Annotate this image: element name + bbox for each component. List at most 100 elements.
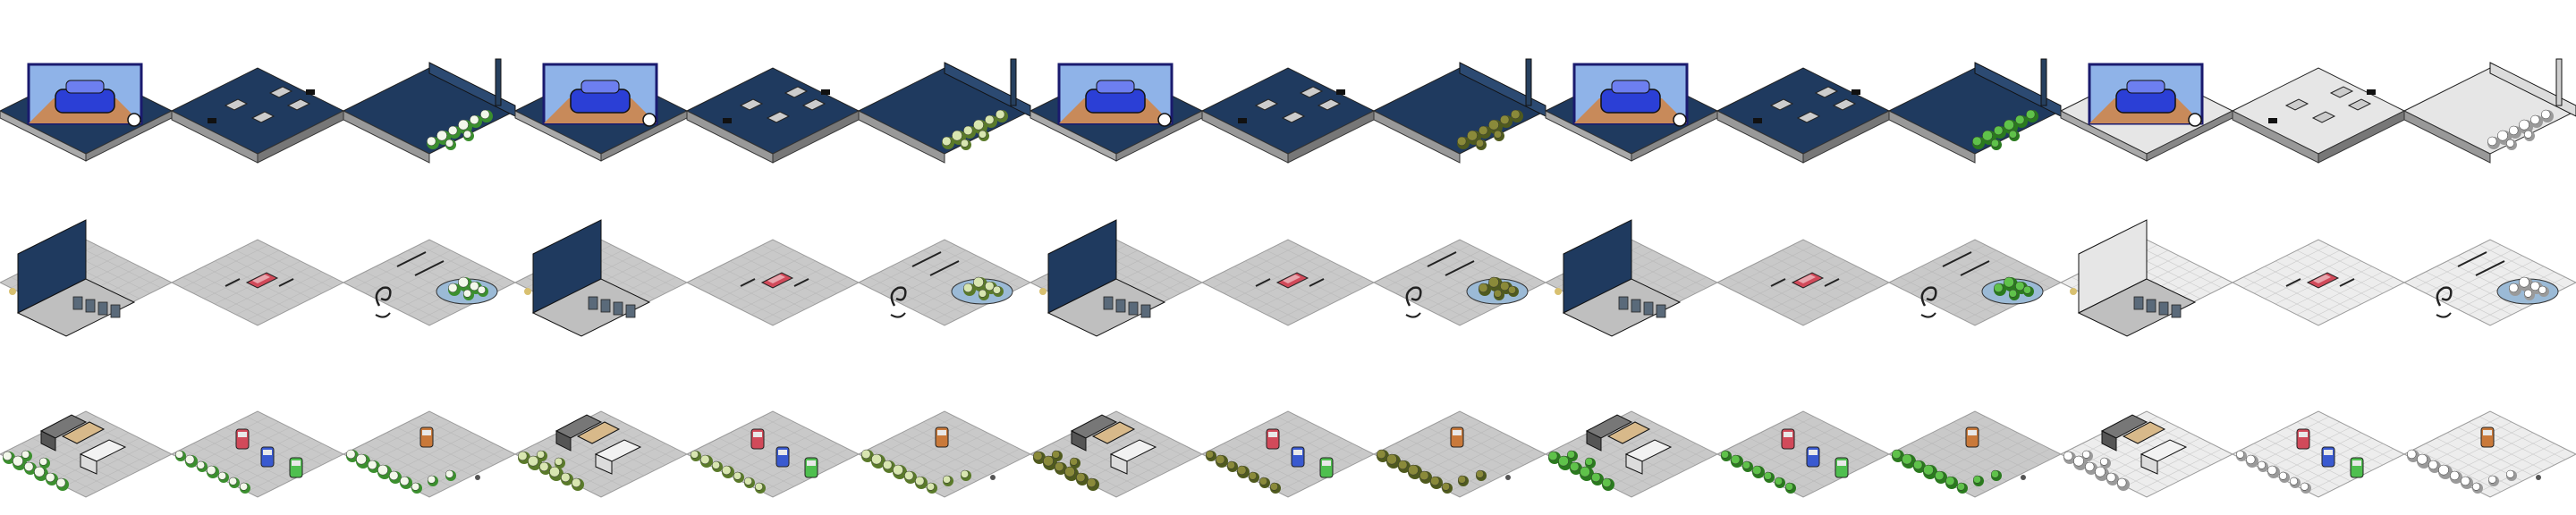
sprite-tile-parking-roof-autumn	[1200, 0, 1376, 172]
tile-graphic	[2231, 410, 2406, 498]
tile-graphic	[857, 410, 1032, 498]
sprite-tile-parking-orange-car-hedge-spring	[857, 343, 1032, 515]
tile-graphic	[685, 67, 860, 164]
tile-graphic	[1887, 239, 2063, 326]
tile-graphic	[1029, 410, 1204, 498]
red-car	[235, 428, 250, 450]
sprite-tile-parking-three-cars-winter	[2231, 343, 2406, 515]
tile-graphic	[0, 219, 174, 337]
sprite-tile-building-front-winter	[2059, 172, 2234, 343]
blue-car	[2321, 446, 2335, 468]
tile-graphic	[1200, 410, 1376, 498]
sprite-tile-billboard-roof-spring	[513, 0, 689, 172]
sprite-sheet	[0, 0, 2576, 515]
sprite-tile-building-roof-hedge-spring	[857, 0, 1032, 172]
tile-graphic	[2231, 239, 2406, 326]
sprite-tile-parking-roof-green	[1716, 0, 1891, 172]
red-car	[1266, 428, 1280, 450]
tile-graphic	[170, 67, 345, 164]
tile-graphic	[170, 239, 345, 326]
orange-car	[1965, 426, 1979, 448]
tile-graphic	[1544, 410, 1719, 498]
sprite-tile-parking-three-cars-green	[1716, 343, 1891, 515]
sprite-tile-parking-fountain-hedge-green	[1887, 172, 2063, 343]
sprite-tile-parking-vehicles-hedge-summer	[0, 343, 174, 515]
sprite-tile-parking-red-car-spring	[685, 172, 860, 343]
tile-graphic	[2059, 219, 2234, 337]
red-car	[750, 428, 765, 450]
tile-graphic	[685, 239, 860, 326]
blue-car	[260, 446, 275, 468]
tile-graphic	[1544, 63, 1719, 162]
tile-graphic	[1716, 67, 1891, 164]
sprite-tile-parking-three-cars-summer	[170, 343, 345, 515]
tile-graphic	[1887, 58, 2063, 164]
tile-graphic	[342, 410, 517, 498]
sprite-tile-parking-orange-car-hedge-green	[1887, 343, 2063, 515]
green-car	[1835, 457, 1849, 478]
tile-graphic	[1887, 410, 2063, 498]
orange-car	[1450, 426, 1464, 448]
tile-graphic	[1716, 239, 1891, 326]
tile-graphic	[685, 410, 860, 498]
sprite-tile-billboard-roof-green	[1544, 0, 1719, 172]
blue-car	[1291, 446, 1305, 468]
tile-graphic	[2402, 58, 2576, 164]
tile-graphic	[1200, 239, 1376, 326]
tile-graphic	[1372, 239, 1547, 326]
tile-graphic	[0, 63, 174, 162]
sprite-tile-parking-vehicles-hedge-winter	[2059, 343, 2234, 515]
green-car	[804, 457, 818, 478]
green-car	[289, 457, 303, 478]
tile-graphic	[2059, 410, 2234, 498]
red-car	[1781, 428, 1795, 450]
sprite-tile-building-roof-hedge-summer	[342, 0, 517, 172]
sprite-tile-parking-vehicles-hedge-spring	[513, 343, 689, 515]
sprite-tile-billboard-roof-winter	[2059, 0, 2234, 172]
blue-car	[775, 446, 790, 468]
tile-graphic	[513, 219, 689, 337]
billboard	[542, 63, 658, 127]
billboard	[1057, 63, 1174, 127]
sprite-tile-parking-roof-winter	[2231, 0, 2406, 172]
tile-graphic	[1029, 219, 1204, 337]
tile-graphic	[1372, 58, 1547, 164]
billboard	[1572, 63, 1689, 127]
sprite-tile-building-roof-hedge-autumn	[1372, 0, 1547, 172]
tile-graphic	[513, 410, 689, 498]
sprite-tile-building-front-green	[1544, 172, 1719, 343]
tile-graphic	[342, 239, 517, 326]
sprite-tile-parking-roof-summer	[170, 0, 345, 172]
billboard	[27, 63, 143, 127]
tile-graphic	[1372, 410, 1547, 498]
sprite-tile-building-front-summer	[0, 172, 174, 343]
sprite-tile-billboard-roof-summer	[0, 0, 174, 172]
sprite-tile-parking-orange-car-hedge-summer	[342, 343, 517, 515]
sprite-tile-parking-three-cars-spring	[685, 343, 860, 515]
tile-graphic	[2402, 410, 2576, 498]
sprite-tile-parking-vehicles-hedge-green	[1544, 343, 1719, 515]
sprite-tile-parking-red-car-summer	[170, 172, 345, 343]
tile-graphic	[1029, 63, 1204, 162]
tile-graphic	[2059, 63, 2234, 162]
green-car	[2350, 457, 2364, 478]
tile-graphic	[170, 410, 345, 498]
sprite-tile-parking-red-car-autumn	[1200, 172, 1376, 343]
sprite-tile-parking-red-car-green	[1716, 172, 1891, 343]
tile-graphic	[857, 239, 1032, 326]
sprite-tile-parking-fountain-hedge-spring	[857, 172, 1032, 343]
sprite-tile-parking-orange-car-hedge-winter	[2402, 343, 2576, 515]
blue-car	[1806, 446, 1820, 468]
orange-car	[419, 426, 434, 448]
tile-graphic	[2402, 239, 2576, 326]
sprite-tile-parking-red-car-winter	[2231, 172, 2406, 343]
tile-graphic	[0, 410, 174, 498]
tile-graphic	[1200, 67, 1376, 164]
sprite-tile-parking-fountain-hedge-summer	[342, 172, 517, 343]
sprite-tile-billboard-roof-autumn	[1029, 0, 1204, 172]
sprite-tile-building-roof-hedge-winter	[2402, 0, 2576, 172]
sprite-tile-parking-three-cars-autumn	[1200, 343, 1376, 515]
red-car	[2296, 428, 2310, 450]
sprite-tile-building-roof-hedge-green	[1887, 0, 2063, 172]
billboard	[2088, 63, 2204, 127]
